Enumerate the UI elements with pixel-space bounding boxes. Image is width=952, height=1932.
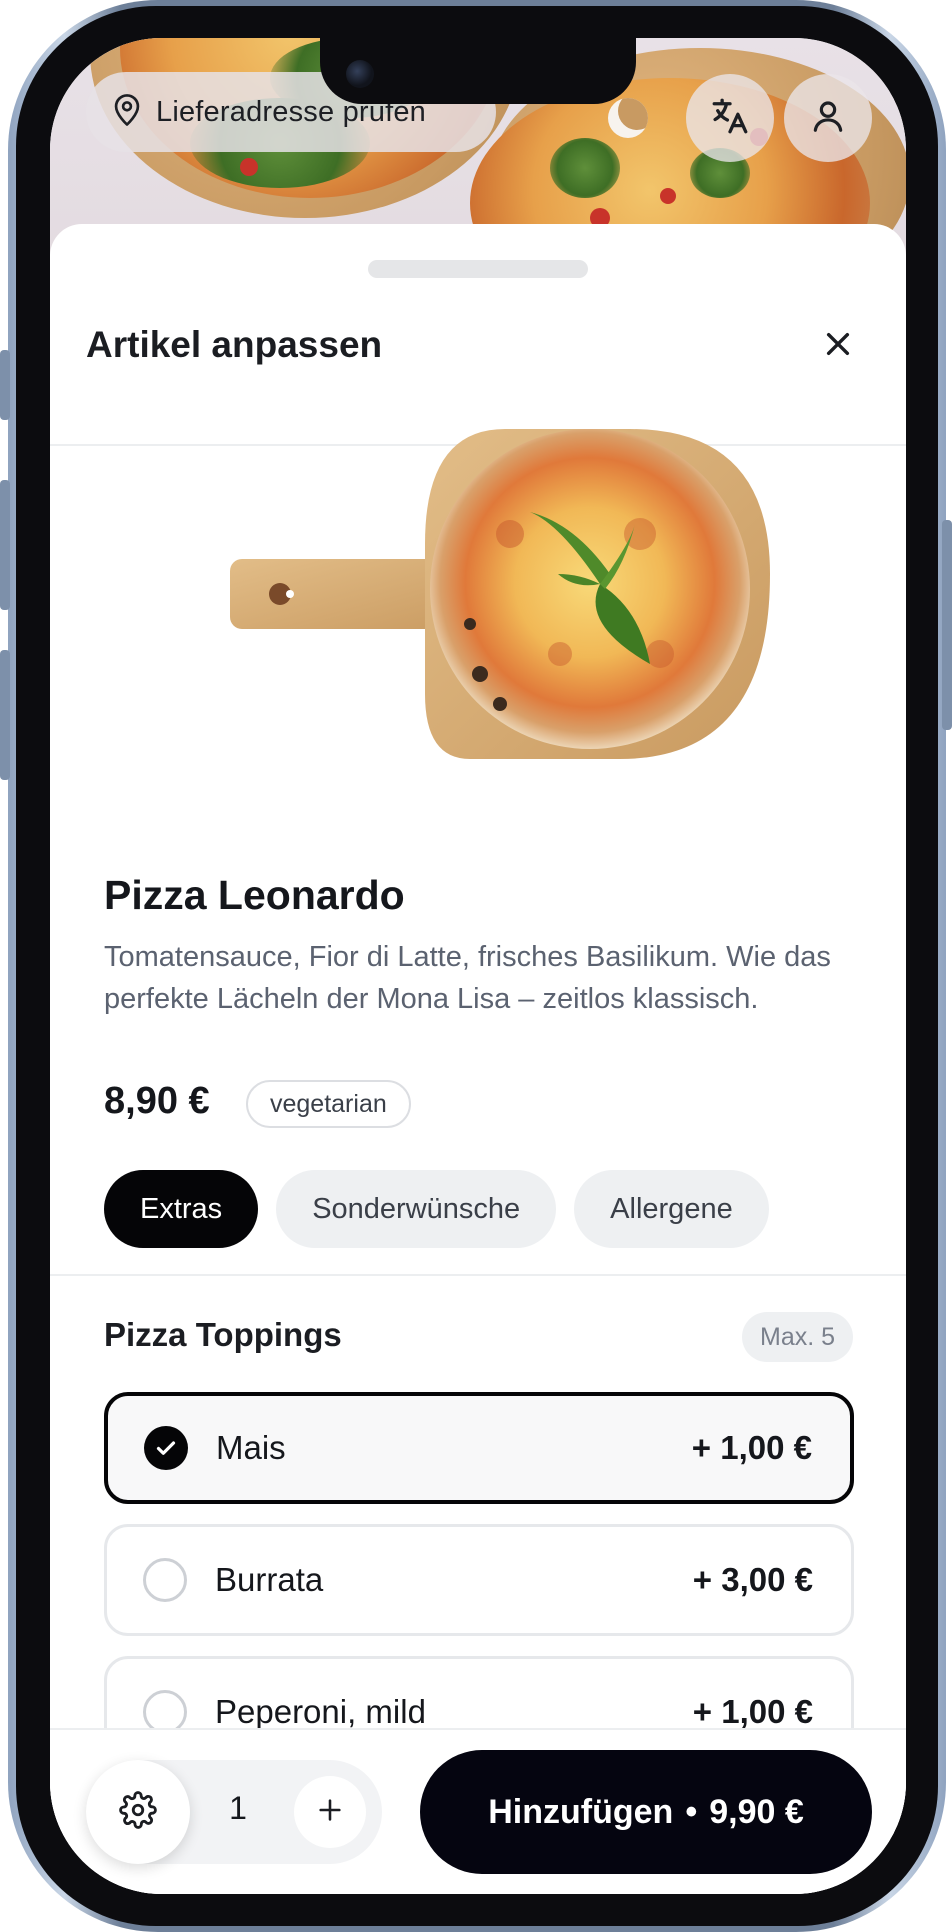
increase-quantity-button[interactable] [294, 1776, 366, 1848]
sheet-title: Artikel anpassen [86, 324, 383, 365]
add-button-separator: • [685, 1792, 698, 1831]
option-price: + 3,00 € [692, 1561, 813, 1598]
option-price: + 1,00 € [691, 1429, 812, 1466]
user-icon [809, 97, 847, 140]
gear-icon [119, 1790, 157, 1834]
side-button-volume-down [0, 650, 10, 780]
topping-option-burrata[interactable]: Burrata + 3,00 € [104, 1524, 854, 1636]
product-description: Tomatensauce, Fior di Latte, frisches Ba… [104, 941, 831, 1015]
section-title: Pizza Toppings [104, 1316, 342, 1353]
tab-allergens[interactable]: Allergene [574, 1170, 769, 1248]
close-button[interactable] [808, 316, 868, 376]
theme-toggle-icon[interactable] [608, 98, 648, 138]
diet-tag-badge: vegetarian [246, 1080, 411, 1128]
add-button-total: 9,90 € [709, 1792, 804, 1831]
checkbox-checked[interactable] [144, 1426, 188, 1470]
quantity-value: 1 [229, 1790, 247, 1826]
add-to-cart-button[interactable]: Hinzufügen • 9,90 € [420, 1750, 872, 1874]
language-button[interactable] [686, 74, 774, 162]
app-screen: Lieferadresse prüfen Artikel anpassen Pi… [50, 38, 906, 1894]
option-price: + 1,00 € [692, 1693, 813, 1730]
settings-button[interactable] [86, 1760, 190, 1864]
check-icon [156, 1441, 176, 1455]
product-image [230, 429, 770, 759]
option-label: Mais [216, 1429, 286, 1466]
action-footer: 1 Hinzufügen • 9,90 € [50, 1728, 906, 1894]
option-tabs: Extras Sonderwünsche Allergene [104, 1170, 769, 1248]
option-label: Burrata [215, 1561, 324, 1598]
quantity-stepper: 1 [86, 1760, 382, 1864]
tabs-divider [50, 1274, 906, 1276]
customize-item-sheet: Artikel anpassen Pizza Leonardo Tomatens… [50, 224, 906, 1894]
side-button-power [942, 520, 952, 730]
account-button[interactable] [784, 74, 872, 162]
product-name: Pizza Leonardo [104, 872, 405, 918]
side-button-action [0, 350, 10, 420]
option-label: Peperoni, mild [215, 1693, 426, 1730]
checkbox-unchecked[interactable] [143, 1558, 187, 1602]
tab-special-requests[interactable]: Sonderwünsche [276, 1170, 557, 1248]
location-pin-icon [112, 93, 142, 132]
side-button-volume-up [0, 480, 10, 610]
topping-option-mais[interactable]: Mais + 1,00 € [104, 1392, 854, 1504]
add-button-label: Hinzufügen [488, 1792, 674, 1831]
product-price: 8,90 € [104, 1080, 210, 1122]
translate-icon [709, 95, 751, 142]
tab-extras[interactable]: Extras [104, 1170, 259, 1248]
sheet-grabber[interactable] [368, 260, 588, 278]
close-icon [822, 328, 854, 365]
plus-icon [316, 1796, 344, 1829]
max-selection-badge: Max. 5 [742, 1312, 854, 1362]
front-camera [346, 60, 374, 88]
